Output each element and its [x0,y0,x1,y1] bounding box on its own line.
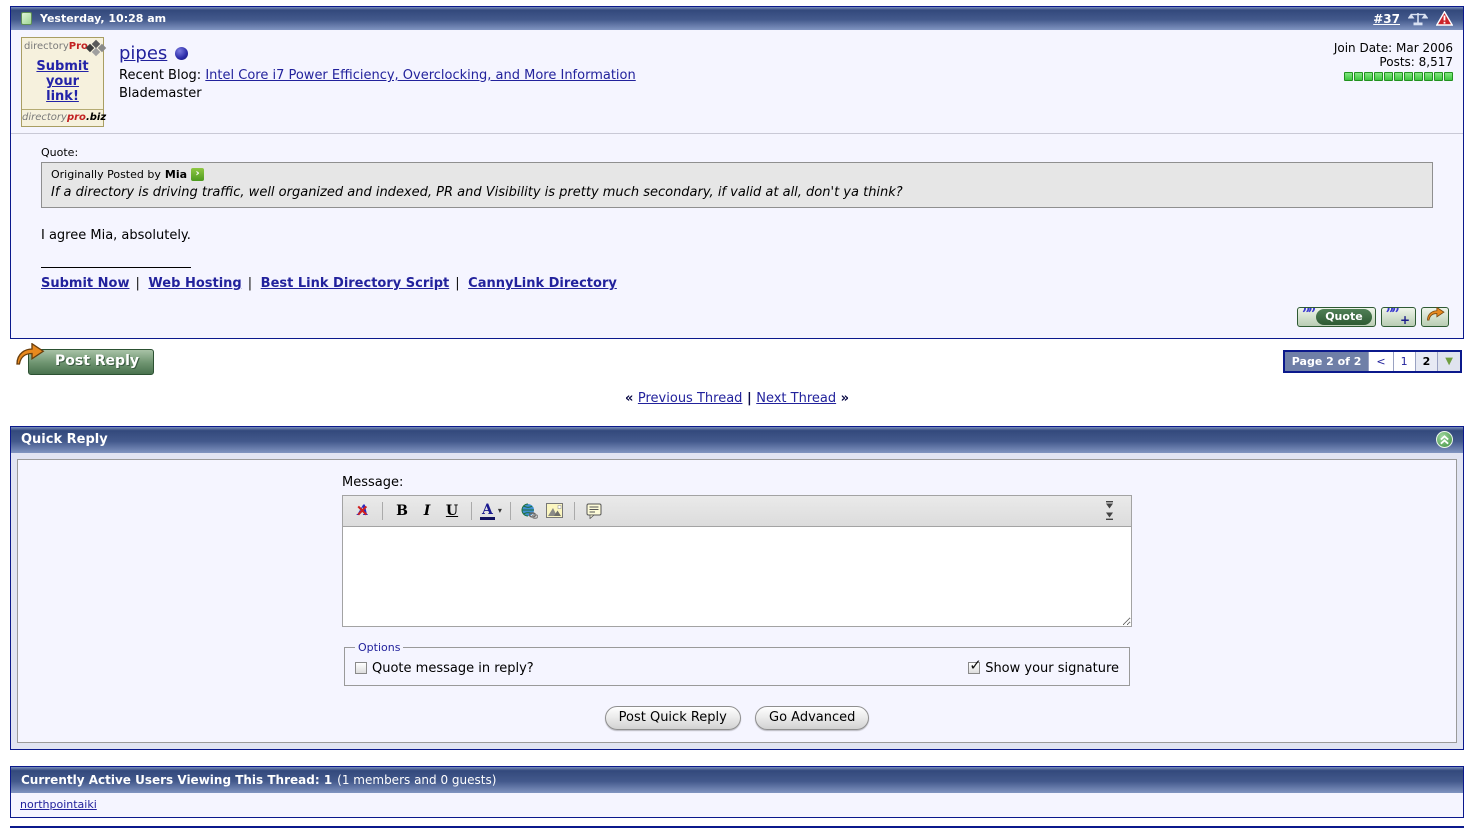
post-message: Quote: Originally Posted by Mia › If a d… [11,134,1463,291]
post-date: Yesterday, 10:28 am [40,12,167,25]
pagination-page-1[interactable]: 1 [1392,352,1415,372]
quote-marks-icon: ”” [1385,304,1400,323]
raquo-icon: » [840,390,850,406]
quick-reply-button[interactable] [1421,306,1449,327]
post-user-info: directoryPro Submit your link! directory… [11,30,1463,133]
signature: Submit Now | Web Hosting | Best Link Direc… [41,266,1433,291]
post-date-bar: Yesterday, 10:28 am #37 [11,7,1463,30]
quick-reply-title: Quick Reply [21,432,108,448]
post-body: directoryPro Submit your link! directory… [11,30,1463,338]
quoted-text: If a directory is driving traffic, well … [51,184,903,200]
toolbar-separator [382,501,383,520]
signature-link-directory-script[interactable]: Best Link Directory Script [261,276,450,291]
active-users-subtitle: (1 members and 0 guests) [337,772,497,787]
post-number-link[interactable]: #37 [1373,12,1400,26]
shrink-editor-icon[interactable] [1105,501,1114,509]
checkbox-checked[interactable]: ✓ [968,656,982,675]
show-signature-checkbox[interactable]: ✓ Show your signature [968,656,1119,676]
reputation-scales-icon[interactable] [1408,11,1428,26]
post-count: Posts: 8,517 [1379,55,1453,69]
online-status-icon [175,47,189,60]
toolbar-separator [573,501,575,520]
pagination-dropdown[interactable]: ▼ [1437,352,1460,372]
page-indicator: Page 2 of 2 [1284,352,1369,372]
thread-navigation: « Previous Thread | Next Thread » [624,390,850,406]
active-users-title: Currently Active Users Viewing This Thre… [21,772,333,787]
checkbox-unchecked[interactable] [355,662,367,675]
forum-post: Yesterday, 10:28 am #37 directoryPro Sub… [10,6,1464,339]
avatar-cta-link[interactable]: Submit your link! [30,59,95,105]
quote-button[interactable]: ”” Quote [1296,304,1376,327]
thread-toolbar: Post Reply Page 2 of 2 < 1 2 ▼ [12,342,1462,375]
quick-reply-actions: Post Quick Reply Go Advanced [18,705,1456,730]
reply-arrow-icon [1425,306,1445,326]
bold-icon[interactable]: B [391,500,413,522]
recent-blog-label: Recent Blog: [119,68,202,83]
username-link[interactable]: pipes [119,43,167,64]
insert-link-icon[interactable] [519,500,541,522]
reply-options: Options Quote message in reply? ✓ Show y… [344,640,1130,686]
insert-image-icon[interactable] [544,500,566,522]
font-color-icon[interactable]: A ▾ [480,501,502,521]
quote-header-prefix: Originally Posted by [51,167,161,181]
post-quick-reply-button[interactable]: Post Quick Reply [604,705,741,730]
quote-box: Originally Posted by Mia › If a director… [41,161,1433,208]
view-post-icon[interactable]: › [191,167,205,181]
quote-author: Mia [164,167,188,181]
go-advanced-button[interactable]: Go Advanced [755,705,870,730]
pagination: Page 2 of 2 < 1 2 ▼ [1282,350,1462,374]
wrap-quote-icon[interactable] [583,500,605,522]
quote-message-checkbox[interactable]: Quote message in reply? [355,661,534,676]
laquo-icon: « [624,390,634,406]
collapse-panel-icon[interactable] [1436,431,1453,449]
avatar-brand-gray: directory [24,41,69,52]
quick-reply-message-input[interactable] [343,526,1131,626]
expand-editor-icon[interactable] [1105,512,1114,521]
previous-thread-link[interactable]: Previous Thread [638,391,743,406]
reply-arrow-icon [16,342,45,365]
forum-page: Yesterday, 10:28 am #37 directoryPro Sub… [0,0,1474,828]
toolbar-separator [471,501,472,520]
quick-reply-panel: Quick Reply Message: A ✕ B I U A ▾ Optio… [10,425,1464,750]
report-post-icon[interactable] [1436,11,1453,26]
quote-marks-icon: ”” [1301,304,1316,323]
user-title: Blademaster [119,86,202,101]
underline-icon[interactable]: U [441,500,463,522]
next-thread-link[interactable]: Next Thread [756,391,836,406]
italic-icon[interactable]: I [416,500,438,522]
quote-label: Quote: [41,145,79,159]
post-status-icon [21,12,32,25]
join-date: Join Date: Mar 2006 [1333,41,1453,55]
user-avatar[interactable]: directoryPro Submit your link! directory… [21,37,107,127]
editor-resize-controls [1105,501,1114,521]
plus-icon: + [1399,312,1410,327]
post-controls: ”” Quote ”” + [11,291,1463,338]
editor-toolbar: A ✕ B I U A ▾ [343,495,1131,527]
recent-blog-link[interactable]: Intel Core i7 Power Efficiency, Overcloc… [205,68,635,83]
avatar-brand-red: Pro [68,41,88,52]
signature-divider [41,266,191,268]
signature-link-submit-now[interactable]: Submit Now [41,276,130,291]
options-legend: Options [358,640,401,654]
reputation-bar [1334,72,1453,81]
remove-formatting-icon[interactable]: A ✕ [352,500,374,522]
user-stats: Join Date: Mar 2006 Posts: 8,517 [1334,37,1453,127]
message-label: Message: [342,474,404,490]
toolbar-separator [509,501,511,520]
signature-link-web-hosting[interactable]: Web Hosting [148,276,241,291]
signature-link-cannylink[interactable]: CannyLink Directory [468,276,617,291]
pagination-prev[interactable]: < [1368,352,1392,372]
post-reply-text: I agree Mia, absolutely. [41,227,191,243]
message-editor: A ✕ B I U A ▾ [342,494,1132,627]
active-users-panel: Currently Active Users Viewing This Thre… [10,765,1464,818]
avatar-domain: directorypro.biz [22,108,106,126]
active-user-link[interactable]: northpointaiki [20,798,97,811]
multiquote-button[interactable]: ”” + [1380,304,1416,327]
avatar-diamonds-logo [85,39,107,57]
pagination-page-2-current: 2 [1414,352,1438,372]
post-reply-button[interactable]: Post Reply [16,342,154,375]
